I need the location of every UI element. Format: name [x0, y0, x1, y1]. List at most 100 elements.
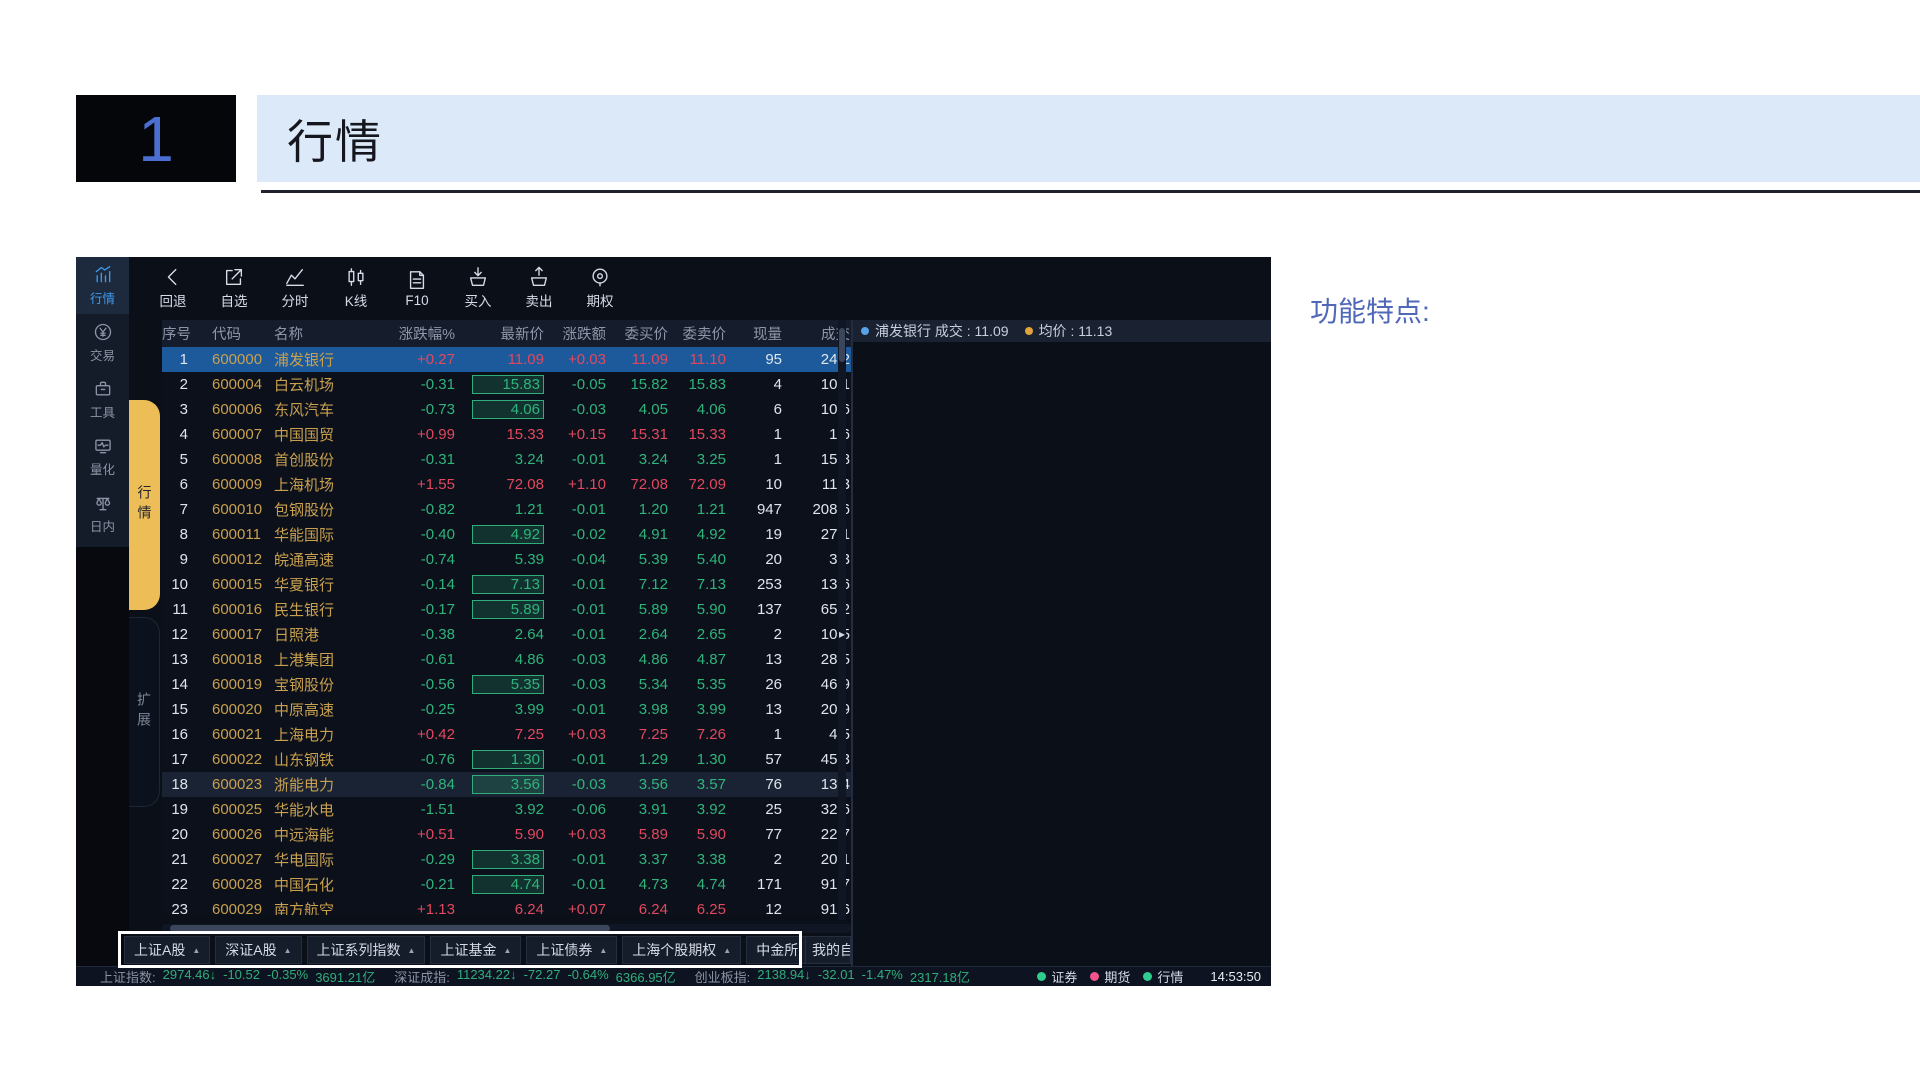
column-header[interactable]: 序号 — [162, 323, 194, 344]
tab-my-watchlist-partial[interactable]: 我的自 — [805, 936, 851, 964]
cell-seq: 13 — [162, 651, 194, 668]
tools-icon — [93, 379, 113, 399]
toolbar-button-back[interactable]: 回退 — [146, 266, 200, 310]
index-value: 11234.22↓ — [457, 967, 517, 986]
toolbar-button-buy[interactable]: 买入 — [451, 266, 505, 310]
market-tab-5[interactable]: 上海个股期权▲ — [622, 936, 741, 964]
cell-bid: 7.25 — [614, 726, 672, 743]
cell-last-price: 4.86 — [467, 651, 550, 668]
toolbar-button-minute[interactable]: 分时 — [268, 266, 322, 310]
cell-last-price: 4.06 — [467, 400, 550, 419]
table-row-600025[interactable]: 19600025华能水电-1.513.92-0.063.913.922532.6 — [162, 797, 852, 822]
timeshare-legend: 浦发银行 成交 : 11.09均价 : 11.13 — [853, 320, 1271, 342]
column-header[interactable]: 涨跌幅% — [374, 323, 467, 344]
cell-code: 600000 — [194, 351, 274, 368]
toolbar-button-watchlist[interactable]: 自选 — [207, 266, 261, 310]
cell-seq: 23 — [162, 901, 194, 915]
sidebar-item-trade[interactable]: 交易 — [76, 314, 129, 371]
table-row-600004[interactable]: 2600004白云机场-0.3115.83-0.0515.8215.83410.… — [162, 372, 852, 397]
table-row-600015[interactable]: 10600015华夏银行-0.147.13-0.017.127.1325313.… — [162, 572, 852, 597]
cell-name: 皖通高速 — [274, 549, 374, 570]
index-value: -1.47% — [862, 967, 903, 986]
toolbar-button-option[interactable]: 期权 — [573, 266, 627, 310]
cell-volume: 20 — [730, 551, 790, 568]
cell-bid: 3.37 — [614, 851, 672, 868]
toolbar-button-f10[interactable]: F10 — [390, 269, 444, 308]
cell-volume: 76 — [730, 776, 790, 793]
table-row-600000[interactable]: 1600000浦发银行+0.2711.09+0.0311.0911.109524… — [162, 347, 852, 372]
side-tab-expand[interactable]: 扩展 — [129, 617, 160, 807]
table-row-600022[interactable]: 17600022山东钢铁-0.761.30-0.011.291.305745.3 — [162, 747, 852, 772]
column-header[interactable]: 现量 — [730, 323, 790, 344]
column-header[interactable]: 名称 — [274, 323, 374, 344]
table-row-600007[interactable]: 4600007中国国贸+0.9915.33+0.1515.3115.3311.6 — [162, 422, 852, 447]
cell-change-pct: -0.73 — [374, 401, 467, 418]
table-row-600012[interactable]: 9600012皖通高速-0.745.39-0.045.395.40203.3 — [162, 547, 852, 572]
column-header[interactable]: 涨跌额 — [550, 323, 614, 344]
cell-change-pct: +0.99 — [374, 426, 467, 443]
table-row-600017[interactable]: 12600017日照港-0.382.64-0.012.642.65210.5 — [162, 622, 852, 647]
quant-icon — [93, 436, 113, 456]
cell-ask: 3.25 — [672, 451, 730, 468]
table-row-600011[interactable]: 8600011华能国际-0.404.92-0.024.914.921927.1 — [162, 522, 852, 547]
cell-volume: 57 — [730, 751, 790, 768]
table-row-600029[interactable]: 23600029南方航空+1.136.24+0.076.246.251291.6 — [162, 897, 852, 915]
toolbar-button-kline[interactable]: K线 — [329, 266, 383, 310]
table-row-600018[interactable]: 13600018上港集团-0.614.86-0.034.864.871328.5 — [162, 647, 852, 672]
column-header[interactable]: 委卖价 — [672, 323, 730, 344]
vertical-scrollbar[interactable] — [838, 320, 846, 920]
table-row-600016[interactable]: 11600016民生银行-0.175.89-0.015.895.9013765.… — [162, 597, 852, 622]
table-row-600021[interactable]: 16600021上海电力+0.427.25+0.037.257.2614.5 — [162, 722, 852, 747]
status-bar: 上证指数:2974.46↓-10.52-0.35%3691.21亿深证成指:11… — [76, 966, 1271, 986]
sidebar-item-intraday[interactable]: 日内 — [76, 485, 129, 542]
index-value: 2317.18亿 — [910, 967, 970, 986]
cell-change-amt: +0.15 — [550, 426, 614, 443]
market-tab-3[interactable]: 上证基金▲ — [430, 936, 521, 964]
index-value: 2138.94↓ — [757, 967, 811, 986]
column-header[interactable]: 最新价 — [467, 323, 550, 344]
cell-last-price: 5.35 — [467, 675, 550, 694]
table-row-600028[interactable]: 22600028中国石化-0.214.74-0.014.734.7417191.… — [162, 872, 852, 897]
table-row-600023[interactable]: 18600023浙能电力-0.843.56-0.033.563.577613.4 — [162, 772, 852, 797]
sidebar-item-tools[interactable]: 工具 — [76, 371, 129, 428]
horizontal-scrollbar[interactable] — [162, 924, 852, 933]
market-tab-4[interactable]: 上证债券▲ — [526, 936, 617, 964]
horizontal-scrollbar-thumb[interactable] — [170, 925, 610, 932]
cell-bid: 15.82 — [614, 376, 672, 393]
index-label: 上证指数: — [100, 967, 156, 986]
cell-volume: 26 — [730, 676, 790, 693]
table-row-600019[interactable]: 14600019宝钢股份-0.565.35-0.035.345.352646.9 — [162, 672, 852, 697]
toolbar-button-sell[interactable]: 卖出 — [512, 266, 566, 310]
market-tab-1[interactable]: 深证A股▲ — [215, 936, 301, 964]
cell-code: 600023 — [194, 776, 274, 793]
sidebar-item-market[interactable]: 行情 — [76, 257, 129, 314]
sell-icon — [528, 266, 550, 288]
cell-change-amt: -0.01 — [550, 701, 614, 718]
cell-change-pct: -0.84 — [374, 776, 467, 793]
cell-bid: 3.56 — [614, 776, 672, 793]
cell-ask: 5.90 — [672, 826, 730, 843]
cell-change-amt: +0.07 — [550, 901, 614, 915]
cell-change-pct: -1.51 — [374, 801, 467, 818]
market-tab-2[interactable]: 上证系列指数▲ — [307, 936, 426, 964]
table-row-600008[interactable]: 5600008首创股份-0.313.24-0.013.243.25115.8 — [162, 447, 852, 472]
column-header[interactable]: 代码 — [194, 323, 274, 344]
sidebar: 行情交易工具量化日内 — [76, 257, 129, 547]
table-row-600009[interactable]: 6600009上海机场+1.5572.08+1.1072.0872.091011… — [162, 472, 852, 497]
table-row-600020[interactable]: 15600020中原高速-0.253.99-0.013.983.991320.9 — [162, 697, 852, 722]
f10-icon — [406, 269, 428, 291]
sidebar-item-quant[interactable]: 量化 — [76, 428, 129, 485]
triangle-up-icon: ▲ — [192, 946, 200, 955]
market-tab-0[interactable]: 上证A股▲ — [124, 936, 210, 964]
market-tab-label: 上海个股期权 — [632, 940, 716, 960]
table-row-600027[interactable]: 21600027华电国际-0.293.38-0.013.373.38220.1 — [162, 847, 852, 872]
cell-change-amt: -0.01 — [550, 851, 614, 868]
table-row-600026[interactable]: 20600026中远海能+0.515.90+0.035.895.907722.7 — [162, 822, 852, 847]
side-tab-quote[interactable]: 行情 — [129, 400, 160, 610]
cell-name: 华夏银行 — [274, 574, 374, 595]
panel-collapse-arrow[interactable]: ▸ — [839, 627, 845, 641]
column-header[interactable]: 委买价 — [614, 323, 672, 344]
vertical-scrollbar-thumb[interactable] — [839, 328, 845, 362]
table-row-600010[interactable]: 7600010包钢股份-0.821.21-0.011.201.21947208.… — [162, 497, 852, 522]
table-row-600006[interactable]: 3600006东风汽车-0.734.06-0.034.054.06610.6 — [162, 397, 852, 422]
